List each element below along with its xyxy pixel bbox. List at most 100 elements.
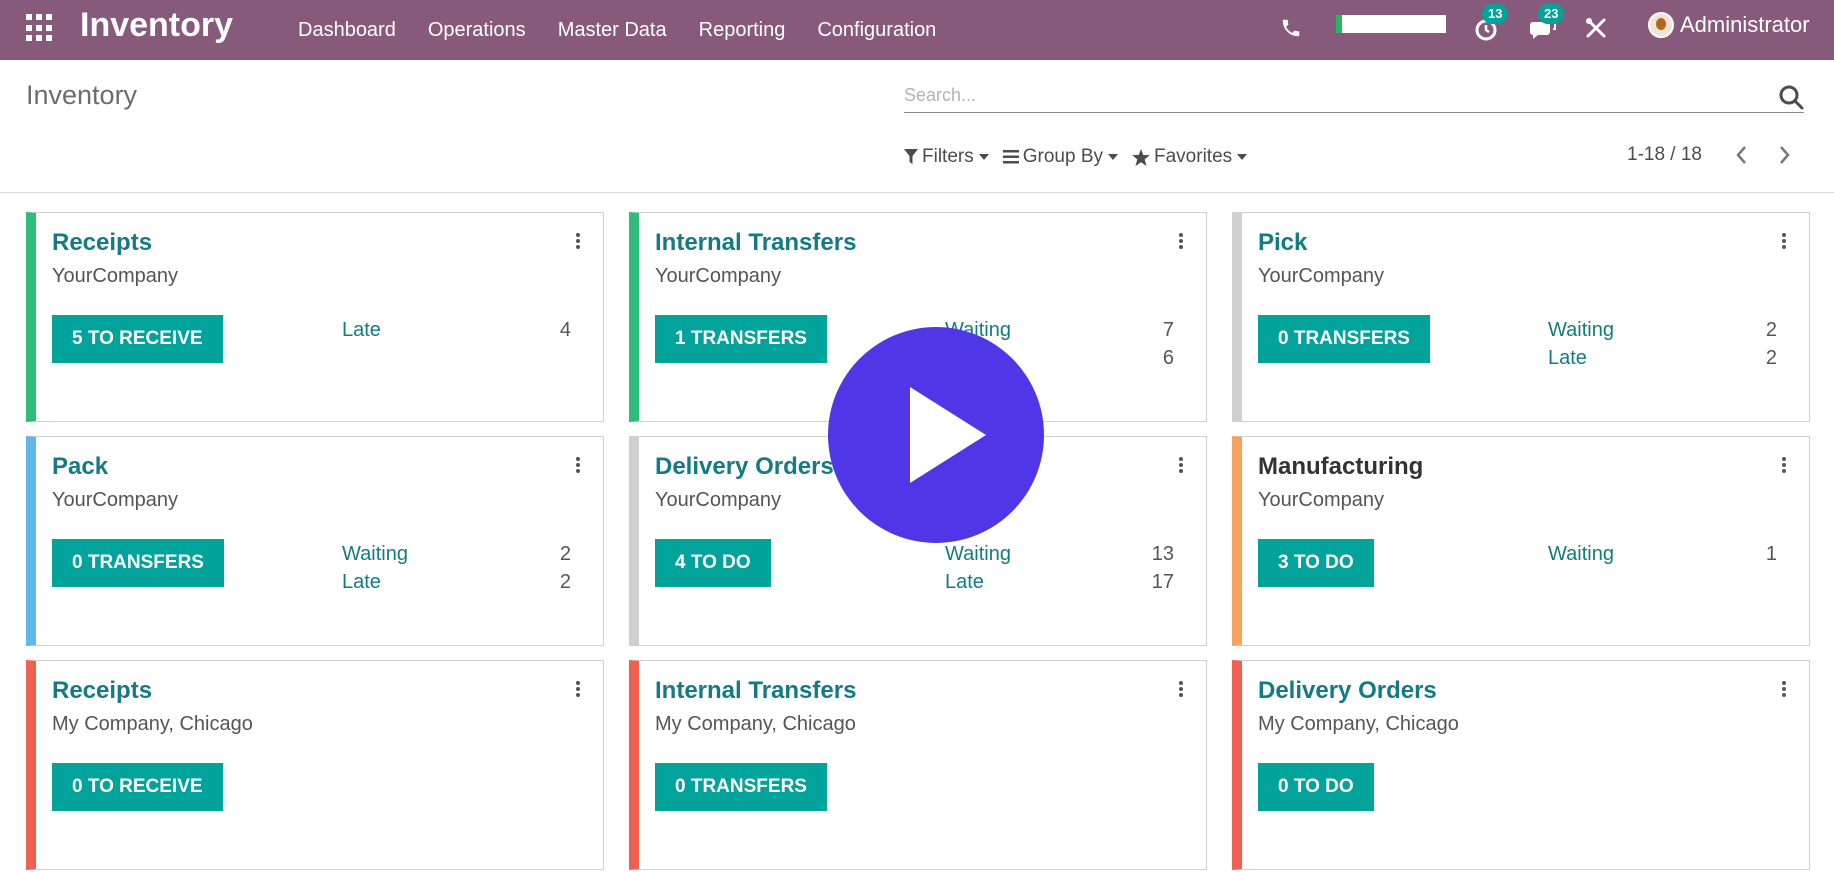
card-pack: Pack YourCompany 0 TRANSFERS Waiting 2 L… [26, 436, 604, 646]
control-panel: Inventory Filters Group By Favorites 1-1… [0, 60, 1834, 193]
filters-button[interactable]: Filters [904, 146, 989, 168]
stat-waiting-value: 2 [1765, 319, 1777, 341]
stat-waiting-value: 7 [1162, 319, 1174, 341]
menu-master-data[interactable]: Master Data [558, 19, 667, 42]
card-company: YourCompany [655, 489, 782, 511]
favorites-button[interactable]: Favorites [1132, 146, 1248, 168]
card-action-button[interactable]: 0 TO DO [1258, 763, 1374, 811]
list-icon [1002, 150, 1019, 164]
card-internal-transfers-chicago: Internal Transfers My Company, Chicago 0… [629, 660, 1207, 870]
debug-tools-icon[interactable] [1584, 16, 1608, 40]
search-input[interactable] [904, 80, 1764, 110]
filter-icon [904, 149, 918, 164]
kanban-board: Receipts YourCompany 5 TO RECEIVE Late 4… [26, 212, 1810, 872]
card-action-button[interactable]: 0 TO RECEIVE [52, 763, 223, 811]
menu-reporting[interactable]: Reporting [699, 19, 786, 42]
messages-count-badge: 23 [1538, 4, 1565, 24]
card-receipts: Receipts YourCompany 5 TO RECEIVE Late 4 [26, 212, 604, 422]
kebab-menu-icon[interactable] [1781, 455, 1787, 475]
card-action-button[interactable]: 0 TRANSFERS [1258, 315, 1430, 363]
pager-value[interactable]: 1-18 / 18 [1627, 144, 1702, 166]
card-title[interactable]: Receipts [52, 677, 152, 705]
phone-icon[interactable] [1280, 16, 1302, 40]
main-menu: Dashboard Operations Master Data Reporti… [298, 0, 968, 60]
stat-waiting-label[interactable]: Waiting [1548, 543, 1614, 566]
stat-late-label[interactable]: Late [945, 571, 984, 594]
stat-late-label[interactable]: Late [342, 319, 381, 342]
group-by-label: Group By [1022, 146, 1103, 167]
card-company: YourCompany [52, 265, 179, 287]
stat-late-label[interactable]: Late [1548, 347, 1587, 370]
stat-late-value: 4 [559, 319, 571, 341]
menu-configuration[interactable]: Configuration [817, 19, 936, 42]
top-navbar: Inventory Dashboard Operations Master Da… [0, 0, 1834, 60]
card-company: My Company, Chicago [1258, 713, 1459, 735]
search-options: Filters Group By Favorites [904, 142, 1261, 172]
kebab-menu-icon[interactable] [1781, 231, 1787, 251]
kebab-menu-icon[interactable] [575, 455, 581, 475]
status-progress-bar [1336, 15, 1446, 33]
stat-waiting-label[interactable]: Waiting [342, 543, 408, 566]
kebab-menu-icon[interactable] [1178, 231, 1184, 251]
stat-waiting-label[interactable]: Waiting [945, 543, 1011, 566]
card-action-button[interactable]: 0 TRANSFERS [52, 539, 224, 587]
activity-count-badge: 13 [1482, 4, 1509, 24]
chevron-down-icon [978, 154, 989, 160]
stat-late-value: 17 [1151, 571, 1174, 593]
favorites-label: Favorites [1154, 146, 1233, 167]
filters-label: Filters [922, 146, 974, 167]
card-action-button[interactable]: 3 TO DO [1258, 539, 1374, 587]
kebab-menu-icon[interactable] [1178, 679, 1184, 699]
card-company: YourCompany [1258, 265, 1385, 287]
card-title[interactable]: Pack [52, 453, 108, 481]
card-title[interactable]: Internal Transfers [655, 229, 856, 257]
group-by-button[interactable]: Group By [1002, 146, 1118, 168]
user-avatar[interactable] [1648, 12, 1674, 38]
play-icon [910, 387, 986, 483]
chevron-left-icon[interactable] [1732, 144, 1752, 166]
user-menu[interactable]: Administrator [1680, 12, 1810, 38]
card-manufacturing: Manufacturing YourCompany 3 TO DO Waitin… [1232, 436, 1810, 646]
card-company: YourCompany [655, 265, 782, 287]
kebab-menu-icon[interactable] [1178, 455, 1184, 475]
chevron-down-icon [1237, 154, 1248, 160]
card-company: My Company, Chicago [655, 713, 856, 735]
stat-waiting-value: 13 [1151, 543, 1174, 565]
card-action-button[interactable]: 5 TO RECEIVE [52, 315, 223, 363]
stat-waiting-label[interactable]: Waiting [1548, 319, 1614, 342]
card-company: My Company, Chicago [52, 713, 253, 735]
apps-menu-icon[interactable] [26, 14, 54, 42]
menu-operations[interactable]: Operations [428, 19, 526, 42]
video-play-button[interactable] [828, 327, 1044, 543]
menu-dashboard[interactable]: Dashboard [298, 19, 396, 42]
stat-late-value: 2 [1765, 347, 1777, 369]
card-pick: Pick YourCompany 0 TRANSFERS Waiting 2 L… [1232, 212, 1810, 422]
kebab-menu-icon[interactable] [1781, 679, 1787, 699]
chevron-right-icon[interactable] [1774, 144, 1794, 166]
card-title[interactable]: Internal Transfers [655, 677, 856, 705]
card-title[interactable]: Manufacturing [1258, 453, 1423, 481]
stat-waiting-value: 1 [1765, 543, 1777, 565]
kebab-menu-icon[interactable] [575, 679, 581, 699]
card-delivery-orders-chicago: Delivery Orders My Company, Chicago 0 TO… [1232, 660, 1810, 870]
star-icon [1132, 148, 1150, 166]
stat-second-value: 6 [1162, 347, 1174, 369]
card-title[interactable]: Pick [1258, 229, 1307, 257]
stat-late-value: 2 [559, 571, 571, 593]
card-company: YourCompany [52, 489, 179, 511]
chevron-down-icon [1108, 154, 1118, 160]
card-title[interactable]: Delivery Orders [655, 453, 834, 481]
card-company: YourCompany [1258, 489, 1385, 511]
search-bar [904, 80, 1804, 113]
kebab-menu-icon[interactable] [575, 231, 581, 251]
card-title[interactable]: Receipts [52, 229, 152, 257]
search-icon[interactable] [1778, 84, 1804, 110]
breadcrumb: Inventory [26, 80, 138, 110]
card-receipts-chicago: Receipts My Company, Chicago 0 TO RECEIV… [26, 660, 604, 870]
card-action-button[interactable]: 0 TRANSFERS [655, 763, 827, 811]
card-title[interactable]: Delivery Orders [1258, 677, 1437, 705]
card-action-button[interactable]: 4 TO DO [655, 539, 771, 587]
stat-late-label[interactable]: Late [342, 571, 381, 594]
app-brand[interactable]: Inventory [80, 6, 233, 45]
card-action-button[interactable]: 1 TRANSFERS [655, 315, 827, 363]
